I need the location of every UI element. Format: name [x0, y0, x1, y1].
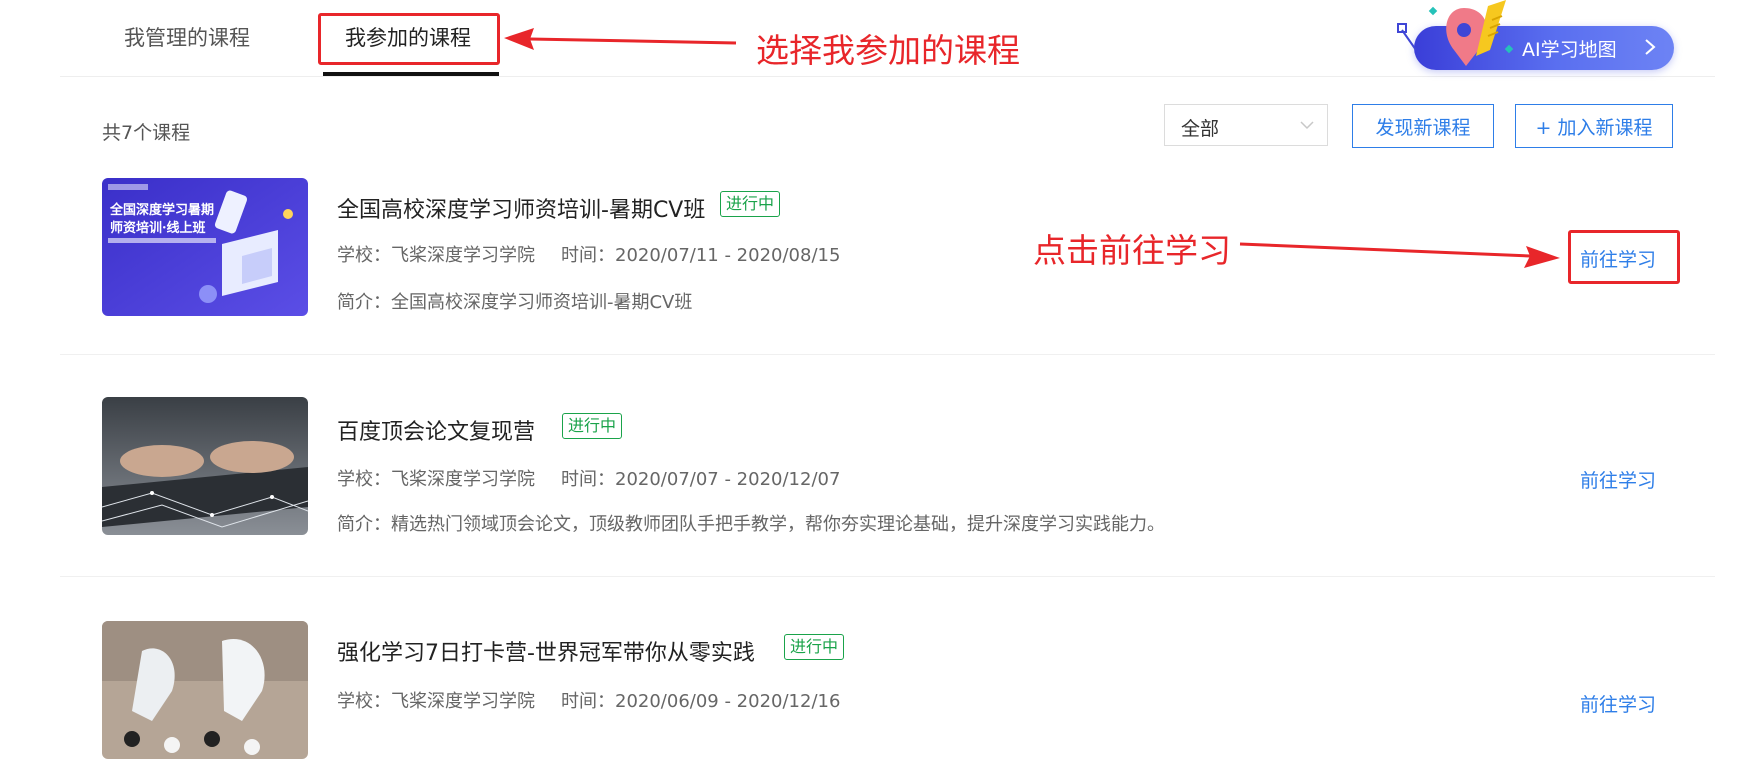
ai-learning-map-button[interactable]: AI学习地图: [1397, 0, 1674, 70]
status-badge: 进行中: [784, 634, 845, 660]
status-filter-value: 全部: [1181, 118, 1220, 140]
annotation-arrow-left-icon: [504, 28, 737, 50]
course-intro: 简介：全国高校深度学习师资培训-暑期CV班: [337, 292, 693, 313]
course-meta: 学校：飞桨深度学习学院 时间：2020/06/09 - 2020/12/16: [337, 687, 840, 713]
discover-courses-button[interactable]: 发现新课程: [1352, 104, 1494, 148]
tab-managed-courses[interactable]: 我管理的课程: [124, 22, 250, 52]
course-title[interactable]: 百度顶会论文复现营: [337, 414, 535, 446]
course-count: 共7个课程: [102, 122, 191, 144]
annotation-click-go: 点击前往学习: [1033, 231, 1231, 270]
go-to-study-link[interactable]: 前往学习: [1580, 690, 1656, 717]
chevron-right-icon: [1645, 39, 1656, 55]
annotation-box-tab: [318, 13, 500, 65]
course-time: 时间：2020/07/07 - 2020/12/07: [561, 469, 841, 490]
course-thumbnail[interactable]: 全国深度学习暑期 师资培训·线上班: [102, 178, 308, 316]
ai-learning-map-label: AI学习地图: [1522, 39, 1617, 61]
thumbnail-title-line2: 师资培训·线上班: [110, 221, 206, 236]
annotation-arrow-right-icon: [1239, 242, 1560, 268]
course-school: 学校：飞桨深度学习学院: [337, 245, 535, 266]
course-meta: 学校：飞桨深度学习学院 时间：2020/07/11 - 2020/08/15: [337, 241, 840, 267]
status-filter-select[interactable]: 全部: [1164, 104, 1328, 146]
go-to-study-link[interactable]: 前往学习: [1580, 466, 1656, 493]
map-pin-illustration-icon: [1397, 0, 1514, 66]
course-school: 学校：飞桨深度学习学院: [337, 691, 535, 712]
join-course-button[interactable]: + 加入新课程: [1515, 104, 1673, 148]
status-badge: 进行中: [562, 413, 623, 439]
course-title[interactable]: 全国高校深度学习师资培训-暑期CV班: [337, 192, 705, 224]
thumbnail-title-line1: 全国深度学习暑期: [110, 203, 215, 218]
course-meta: 学校：飞桨深度学习学院 时间：2020/07/07 - 2020/12/07: [337, 465, 840, 491]
row-divider: [60, 354, 1715, 355]
course-intro: 简介：精选热门领域顶会论文，顶级教师团队手把手教学，帮你夯实理论基础，提升深度学…: [337, 514, 1165, 535]
annotation-select-tab: 选择我参加的课程: [756, 31, 1020, 70]
chevron-down-icon: [1300, 121, 1314, 130]
status-badge: 进行中: [720, 191, 781, 217]
annotation-box-go: [1568, 230, 1680, 284]
course-title[interactable]: 强化学习7日打卡营-世界冠军带你从零实践: [337, 635, 755, 667]
course-school: 学校：飞桨深度学习学院: [337, 469, 535, 490]
course-thumbnail[interactable]: [102, 621, 308, 759]
course-thumbnail[interactable]: [102, 397, 308, 535]
course-time: 时间：2020/07/11 - 2020/08/15: [561, 245, 841, 266]
row-divider: [60, 576, 1715, 577]
course-time: 时间：2020/06/09 - 2020/12/16: [561, 691, 841, 712]
